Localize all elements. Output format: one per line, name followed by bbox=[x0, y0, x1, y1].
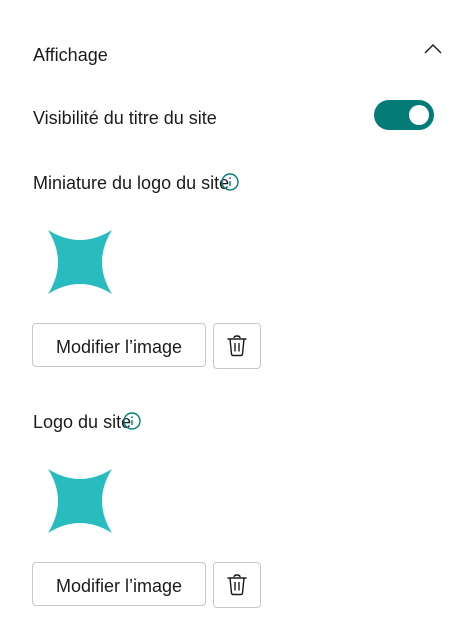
thumbnail-modify-image-button[interactable]: Modifier l’image bbox=[32, 323, 206, 367]
site-logo-label-row: Logo du site bbox=[33, 411, 141, 433]
site-logo-image bbox=[48, 469, 112, 533]
site-logo-label: Logo du site bbox=[33, 412, 132, 432]
trash-icon bbox=[227, 335, 247, 357]
info-icon[interactable] bbox=[221, 173, 239, 191]
site-title-visibility-toggle[interactable] bbox=[374, 100, 434, 130]
site-title-visibility-label: Visibilité du titre du site bbox=[33, 108, 217, 128]
thumbnail-logo-image bbox=[48, 230, 112, 294]
trash-icon bbox=[227, 574, 247, 596]
chevron-up-icon[interactable] bbox=[423, 42, 443, 56]
thumbnail-label-row: Miniature du logo du site bbox=[33, 172, 239, 194]
toggle-knob bbox=[409, 105, 429, 125]
appearance-panel: Affichage Visibilité du titre du site Mi… bbox=[0, 0, 466, 634]
site-logo-delete-button[interactable] bbox=[213, 562, 261, 608]
section-title: Affichage bbox=[33, 45, 108, 65]
thumbnail-delete-button[interactable] bbox=[213, 323, 261, 369]
thumbnail-label: Miniature du logo du site bbox=[33, 173, 230, 193]
info-icon[interactable] bbox=[123, 412, 141, 430]
section-header-affichage[interactable]: Affichage bbox=[33, 36, 445, 70]
site-logo-modify-image-button[interactable]: Modifier l’image bbox=[32, 562, 206, 606]
